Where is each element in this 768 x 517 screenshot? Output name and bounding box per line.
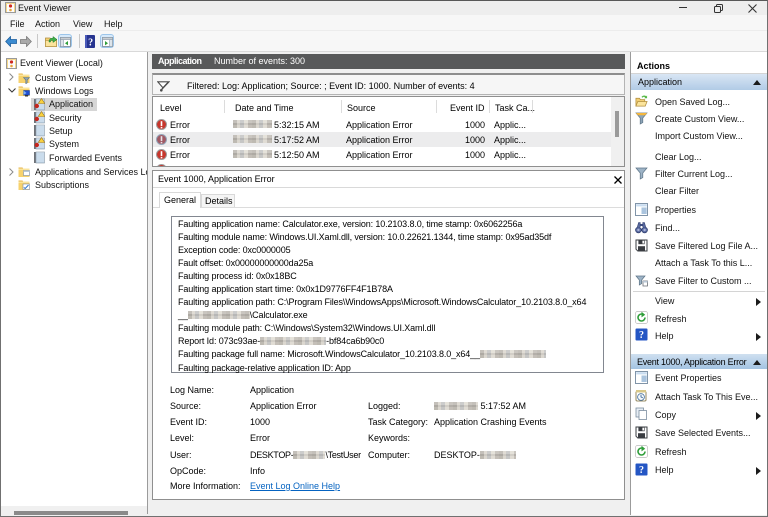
svg-text:?: ? [88,38,93,49]
svg-text:?: ? [639,330,644,341]
svg-text:?: ? [639,465,644,476]
